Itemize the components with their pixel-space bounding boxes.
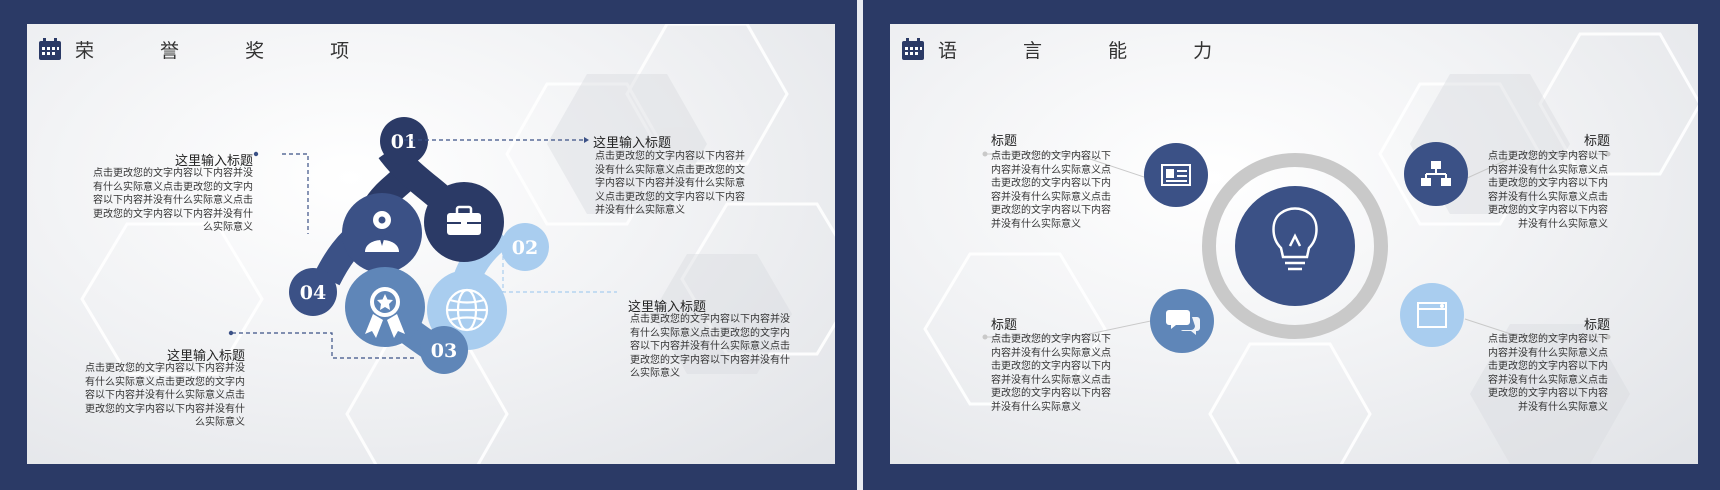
item-03-text: 点击更改您的文字内容以下内容并没有什么实际意义点击更改您的文字内容以下内容并没有…	[85, 363, 245, 428]
step-04-number: 04	[300, 282, 326, 304]
item-2-heading: 标题	[1583, 134, 1610, 149]
slide-language: 语 言 能 力 标题 点击更改您的文字内容以下内容并没有什么实际意义点击更改您的…	[863, 0, 1720, 490]
item-02-text: 点击更改您的文字内容以下内容并没有什么实际意义点击更改您的文字内容以下内容并没有…	[630, 314, 790, 379]
id-card-circle	[1144, 143, 1208, 207]
step-03-number: 03	[431, 340, 457, 362]
item-01-heading: 这里输入标题	[593, 136, 672, 151]
item-1-text: 点击更改您的文字内容以下内容并没有什么实际意义点击更改您的文字内容以下内容并没有…	[991, 151, 1111, 230]
leader-dot	[253, 151, 259, 157]
item-04-text: 点击更改您的文字内容以下内容并没有什么实际意义点击更改您的文字内容以下内容并没有…	[93, 168, 253, 233]
step-01-number: 01	[391, 131, 417, 153]
leader-dot	[228, 330, 234, 336]
item-4-text: 点击更改您的文字内容以下内容并没有什么实际意义点击更改您的文字内容以下内容并没有…	[1488, 334, 1608, 413]
slide-canvas: 语 言 能 力 标题 点击更改您的文字内容以下内容并没有什么实际意义点击更改您的…	[890, 24, 1698, 464]
arrow-head	[584, 137, 589, 143]
item-3-text: 点击更改您的文字内容以下内容并没有什么实际意义点击更改您的文字内容以下内容并没有…	[991, 334, 1111, 413]
leader-line-04	[282, 153, 309, 234]
slide-honors: 荣 誉 奖 项 01 02 04 03 这里输入标题 点击更改您的文字内容以下内…	[0, 0, 857, 490]
connector-dot	[982, 334, 988, 340]
item-01-text: 点击更改您的文字内容以下内容并没有什么实际意义点击更改您的文字内容以下内容并没有…	[595, 151, 745, 216]
item-3-heading: 标题	[991, 318, 1018, 333]
item-1-heading: 标题	[991, 134, 1018, 149]
item-4-heading: 标题	[1583, 318, 1610, 333]
center-circle	[1235, 186, 1355, 306]
browser-circle	[1400, 283, 1464, 347]
user-gear-circle	[342, 193, 422, 273]
connector-dot	[982, 151, 988, 157]
item-2-text: 点击更改您的文字内容以下内容并没有什么实际意义点击更改您的文字内容以下内容并没有…	[1488, 151, 1608, 230]
step-02-number: 02	[512, 237, 538, 259]
slide-canvas: 荣 誉 奖 项 01 02 04 03 这里输入标题 点击更改您的文字内容以下内…	[27, 24, 835, 464]
